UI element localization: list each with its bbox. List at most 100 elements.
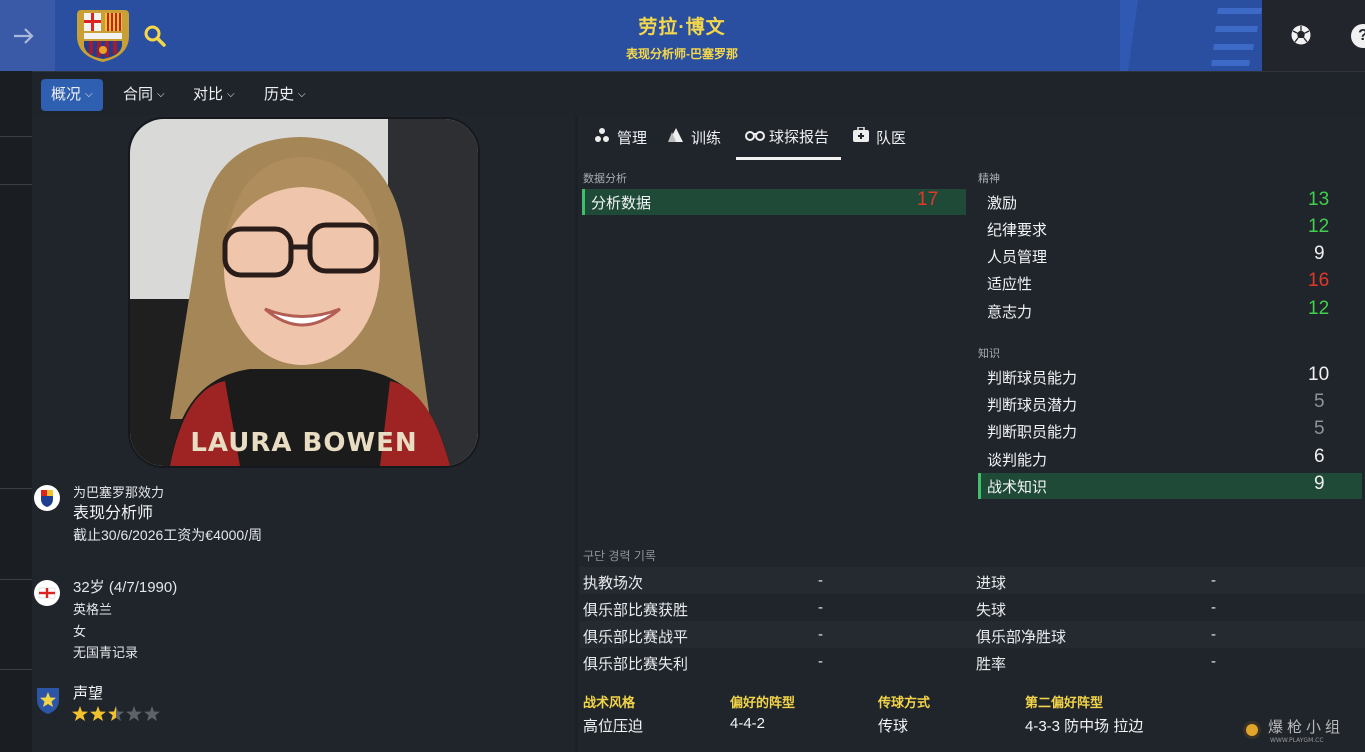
title-block: 劳拉·博文 表现分析师-巴塞罗那	[482, 12, 882, 62]
career-label-cell: 俱乐部比赛获胜	[583, 602, 689, 619]
career-row: 俱乐部比赛失利 - 胜率 -	[580, 648, 1365, 675]
attribute-row[interactable]: 适应性 16	[978, 270, 1363, 296]
career-value-cell: -	[818, 653, 823, 670]
career-value-cell: -	[1211, 572, 1216, 589]
staff-photo: LAURA BOWEN	[128, 117, 480, 468]
preferred-formation-value: 4-4-2	[730, 715, 766, 732]
attribute-row[interactable]: 人员管理 9	[978, 243, 1363, 269]
attribute-row[interactable]: 判断球员能力 10	[978, 364, 1363, 390]
attribute-value: 9	[1314, 243, 1325, 264]
england-flag-icon	[34, 580, 60, 606]
attribute-label: 判断球员能力	[987, 370, 1078, 387]
knowledge-section-label: 知识	[978, 348, 1000, 360]
chevron-down-icon: ⌵	[157, 89, 165, 101]
career-value-cell: -	[1211, 599, 1216, 616]
nav-divider	[0, 488, 32, 489]
subtab-training[interactable]: 训练	[667, 127, 721, 151]
attribute-value: 9	[1314, 473, 1325, 494]
attribute-value: 12	[1308, 298, 1330, 319]
header-bar: 劳拉·博文 表现分析师-巴塞罗那 ?	[0, 0, 1365, 71]
attribute-value: 17	[917, 189, 939, 210]
attribute-row[interactable]: 激励 13	[978, 189, 1363, 215]
career-label-cell: 俱乐部比赛失利	[583, 656, 689, 673]
photo-caption: LAURA BOWEN	[190, 428, 417, 458]
tab-overview[interactable]: 概况 ⌵	[41, 79, 103, 111]
attribute-label: 纪律要求	[987, 222, 1048, 239]
career-value-cell: -	[818, 626, 823, 643]
app: 劳拉·博文 表现分析师-巴塞罗那 ? 概况⌵ 合同⌵ 对比⌵ 历史⌵	[0, 0, 1365, 752]
nav-divider	[0, 669, 32, 670]
attribute-value: 5	[1314, 391, 1325, 412]
career-value-cell: -	[818, 599, 823, 616]
career-value-cell: -	[818, 572, 823, 589]
subtab-label: 管理	[617, 130, 648, 147]
passing-style-label: 传球方式	[878, 695, 931, 710]
tab-label: 合同	[123, 86, 154, 103]
medical-icon	[852, 126, 870, 150]
subtab-medical[interactable]: 队医	[852, 126, 907, 151]
attribute-value: 6	[1314, 446, 1325, 467]
attribute-row[interactable]: 判断球员潜力 5	[978, 391, 1363, 417]
attribute-row[interactable]: 意志力 12	[978, 298, 1363, 324]
age: 32岁 (4/7/1990)	[73, 579, 178, 596]
role: 表现分析师	[73, 505, 154, 522]
nav-divider	[0, 579, 32, 580]
sub-tabs: 管理 训练 球探报告 队医	[578, 115, 1365, 161]
attribute-row[interactable]: 谈判能力 6	[978, 446, 1363, 472]
back-arrow-icon[interactable]	[10, 22, 38, 50]
contract-info: 截止30/6/2026工资为€4000/周	[73, 527, 263, 543]
career-label-cell: 胜率	[976, 656, 1007, 673]
tab-label: 历史	[264, 86, 295, 103]
attribute-label: 适应性	[987, 276, 1033, 293]
subtab-manage[interactable]: 管理	[593, 127, 647, 151]
chevron-down-icon: ⌵	[85, 89, 93, 101]
active-subtab-indicator	[736, 157, 841, 160]
football-icon[interactable]	[1290, 24, 1312, 46]
tab-compare[interactable]: 对比 ⌵	[183, 79, 245, 111]
attribute-row[interactable]: 分析数据 17	[582, 189, 966, 215]
second-formation-value: 4-3-3 防中场 拉边	[1025, 718, 1144, 735]
career-row: 俱乐部比赛战平 - 俱乐部净胜球 -	[580, 621, 1365, 648]
attribute-row[interactable]: 战术知识 9	[978, 473, 1362, 499]
staff-name: 劳拉·博文	[638, 17, 726, 38]
career-label-cell: 执教场次	[583, 575, 644, 592]
attribute-label: 战术知识	[987, 479, 1048, 496]
nav-divider	[0, 136, 32, 137]
career-label-cell: 俱乐部比赛战平	[583, 629, 689, 646]
plays-for[interactable]: 为巴塞罗那效力	[73, 483, 262, 503]
career-row: 执教场次 - 进球 -	[580, 567, 1365, 594]
career-label-cell: 进球	[976, 575, 1007, 592]
subtab-label: 队医	[876, 130, 907, 147]
attribute-row[interactable]: 判断职员能力 5	[978, 418, 1363, 444]
passing-style-value: 传球	[878, 718, 909, 735]
club-badge-icon[interactable]	[34, 485, 60, 511]
reputation-label: 声望	[73, 685, 104, 702]
attribute-label: 人员管理	[987, 249, 1048, 266]
mental-section-label: 精神	[978, 173, 1000, 185]
attribute-row[interactable]: 纪律要求 12	[978, 216, 1363, 242]
tab-history[interactable]: 历史 ⌵	[254, 79, 316, 111]
career-label-cell: 失球	[976, 602, 1007, 619]
attribute-value: 12	[1308, 216, 1330, 237]
training-icon	[667, 127, 685, 150]
nationality[interactable]: 英格兰	[73, 599, 177, 621]
watermark-logo: 爆枪小组 WWW.PLAYGM.CC	[1240, 712, 1365, 752]
personal-info-text: 32岁 (4/7/1990) 英格兰 女 无国青记录	[73, 577, 177, 663]
search-icon[interactable]	[143, 24, 167, 48]
club-crest-icon[interactable]	[75, 6, 131, 64]
staff-subtitle[interactable]: 表现分析师-巴塞罗那	[482, 45, 882, 62]
attribute-value: 13	[1308, 189, 1330, 210]
subtab-scout-report[interactable]: 球探报告	[745, 127, 829, 151]
attribute-label: 判断职员能力	[987, 424, 1078, 441]
nav-divider	[0, 184, 32, 185]
header-right-area	[1262, 0, 1365, 71]
attribute-label: 分析数据	[591, 195, 652, 212]
attribute-value: 5	[1314, 418, 1325, 439]
watermark-subtext: WWW.PLAYGM.CC	[1270, 737, 1324, 744]
tactical-style-value: 高位压迫	[583, 718, 644, 735]
tab-contract[interactable]: 合同 ⌵	[113, 79, 175, 111]
analysis-section-label: 数据分析	[583, 173, 627, 185]
left-nav-strip	[0, 71, 32, 752]
attribute-value: 10	[1308, 364, 1330, 385]
career-value-cell: -	[1211, 653, 1216, 670]
